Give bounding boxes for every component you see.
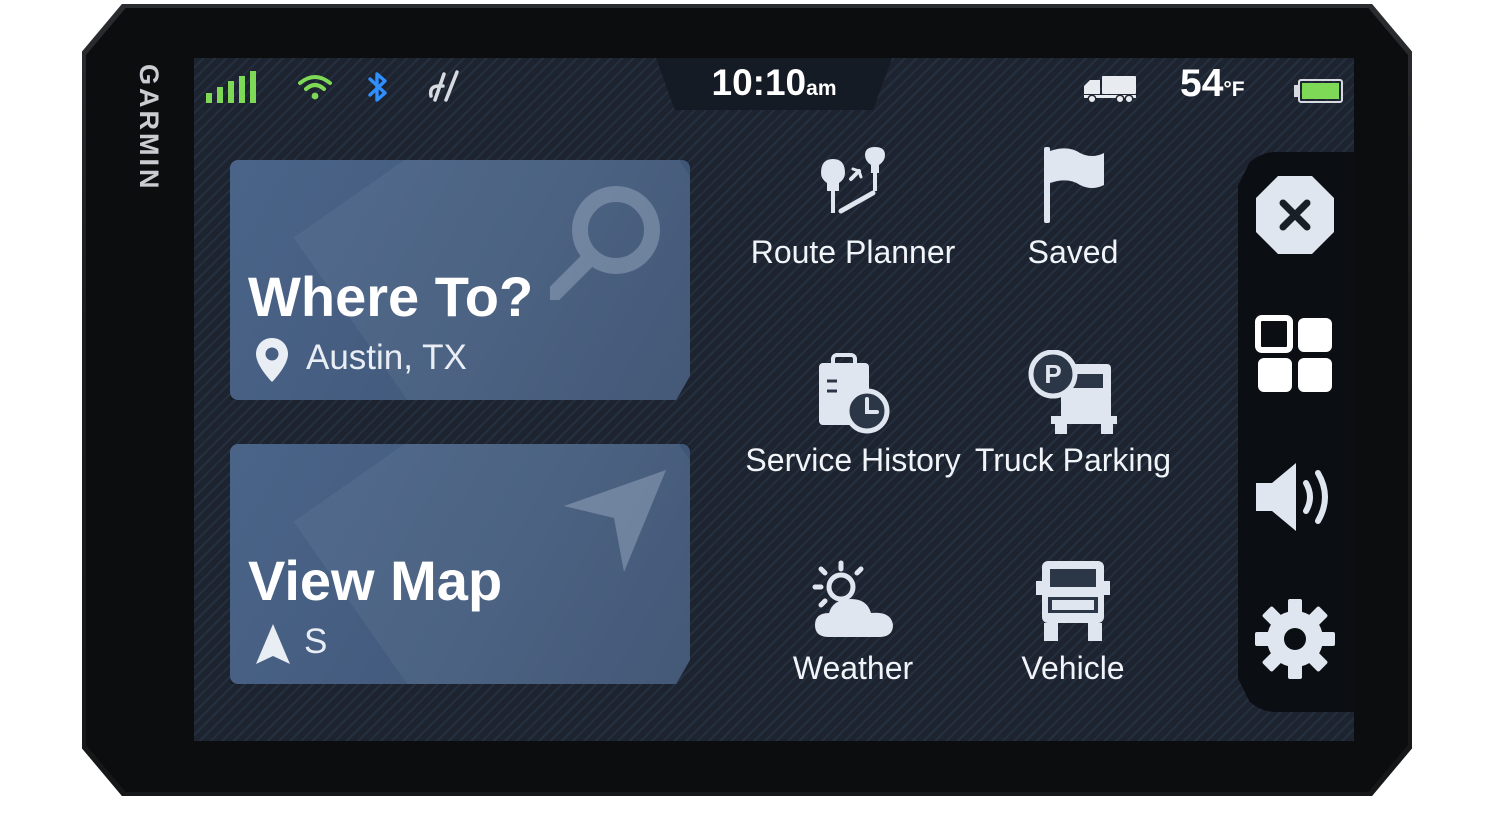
volume-icon [1256, 463, 1328, 531]
clock-ampm: am [806, 77, 837, 100]
volume-button[interactable] [1248, 450, 1342, 544]
vehicle-label: Vehicle [1021, 650, 1125, 686]
weather-label: Weather [792, 650, 914, 686]
truck-parking-button[interactable]: P Truck Parking [958, 328, 1188, 508]
flag-icon [958, 140, 1188, 230]
view-map-title: View Map [248, 549, 503, 612]
svg-text:P: P [1044, 359, 1061, 389]
weather-button[interactable]: Weather [738, 536, 968, 716]
status-bar: 10:10am 54°F [194, 58, 1354, 114]
cell-signal-icon [206, 70, 260, 104]
service-history-label: Service History [745, 442, 961, 478]
apps-button[interactable] [1248, 308, 1342, 402]
temperature-value: 54 [1180, 62, 1224, 105]
vehicle-button[interactable]: Vehicle [958, 536, 1188, 716]
navigation-arrow-icon [560, 466, 670, 581]
drive-app-icon [426, 70, 462, 104]
close-button[interactable] [1248, 168, 1342, 262]
bluetooth-icon [366, 70, 390, 104]
settings-icon [1255, 599, 1335, 679]
saved-button[interactable]: Saved [958, 120, 1188, 300]
vehicle-icon [958, 556, 1188, 646]
screen: 10:10am 54°F Where To? Austin, TX View M… [194, 58, 1354, 741]
apps-grid-icon [1255, 315, 1332, 392]
where-to-card[interactable]: Where To? Austin, TX [230, 160, 690, 400]
truck-icon [1082, 72, 1138, 106]
settings-button[interactable] [1248, 592, 1342, 686]
route-planner-icon [738, 140, 968, 230]
brand-logo: GARMIN [134, 64, 164, 192]
route-planner-button[interactable]: Route Planner [738, 120, 968, 300]
route-planner-label: Route Planner [750, 234, 956, 270]
wifi-icon [298, 70, 332, 104]
clock: 10:10am [656, 62, 892, 104]
where-to-location: Austin, TX [306, 338, 467, 377]
weather-icon [738, 556, 968, 646]
truck-parking-label: Truck Parking [974, 442, 1172, 478]
clock-time: 10:10 [711, 62, 807, 103]
temperature-unit: °F [1223, 78, 1245, 101]
truck-parking-icon: P [958, 348, 1188, 438]
search-icon [546, 180, 670, 305]
location-pin-icon [254, 336, 290, 389]
service-history-button[interactable]: Service History [738, 328, 968, 508]
north-arrow-icon [254, 622, 292, 671]
service-history-icon [738, 348, 968, 438]
view-map-card[interactable]: View Map S [230, 444, 690, 684]
battery-icon [1294, 74, 1344, 108]
saved-label: Saved [1027, 234, 1119, 270]
close-icon [1256, 176, 1334, 254]
where-to-title: Where To? [248, 265, 534, 328]
temperature: 54°F [1180, 62, 1245, 106]
view-map-heading: S [304, 622, 328, 661]
